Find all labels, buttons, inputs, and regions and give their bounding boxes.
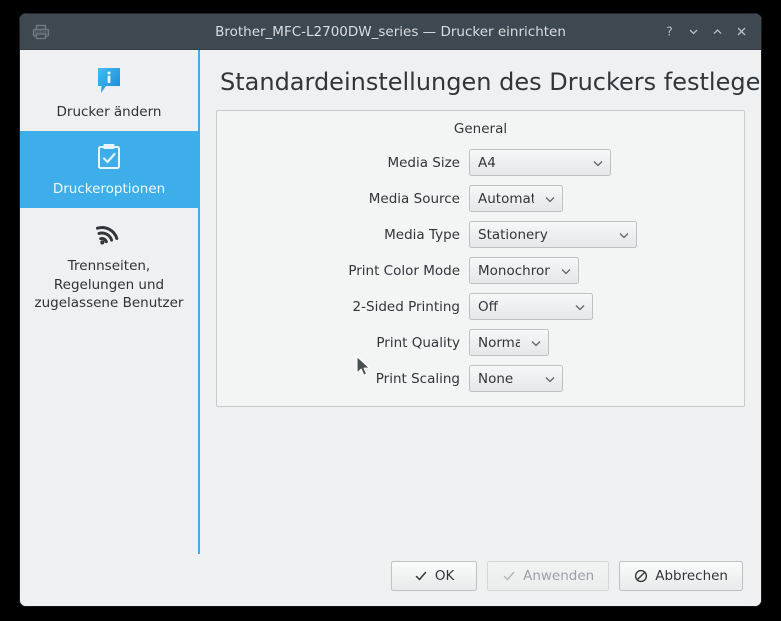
cancel-button-label: Abbrechen [655, 568, 728, 584]
svg-text:?: ? [666, 25, 672, 38]
form-row-media-type: Media Type Stationery [231, 221, 730, 248]
window-titlebar[interactable]: Brother_MFC-L2700DW_series — Drucker ein… [20, 14, 761, 50]
form-row-print-color-mode: Print Color Mode Monochrome [231, 257, 730, 284]
print-quality-value: Normal [478, 334, 520, 351]
dialog-button-bar: OK Anwenden Abbrechen [20, 554, 761, 606]
media-type-label: Media Type [384, 226, 460, 243]
print-scaling-value: None [478, 370, 514, 387]
window-controls: ? [657, 20, 761, 44]
chevron-down-icon [530, 337, 542, 349]
maximize-button[interactable] [705, 20, 729, 44]
info-bubble-icon [26, 62, 192, 98]
signal-feed-icon [26, 216, 192, 252]
sidebar-item-druckeroptionen[interactable]: Druckeroptionen [20, 131, 198, 209]
chevron-down-icon [544, 373, 556, 385]
media-type-value: Stationery [478, 226, 548, 243]
print-scaling-label: Print Scaling [375, 370, 460, 387]
clipboard-check-icon [26, 139, 192, 175]
printer-setup-window: Brother_MFC-L2700DW_series — Drucker ein… [20, 14, 761, 606]
apply-button-label: Anwenden [523, 568, 595, 584]
two-sided-printing-label: 2-Sided Printing [352, 298, 460, 315]
form-row-print-scaling: Print Scaling None [231, 365, 730, 392]
page-title: Standardeinstellungen des Druckers festl… [220, 68, 761, 96]
main-content: Standardeinstellungen des Druckers festl… [200, 50, 761, 554]
print-quality-combobox[interactable]: Normal [469, 329, 549, 356]
ok-button[interactable]: OK [391, 561, 478, 591]
media-size-label: Media Size [387, 154, 460, 171]
media-source-combobox[interactable]: Automatic [469, 185, 563, 212]
minimize-button[interactable] [681, 20, 705, 44]
chevron-down-icon [544, 193, 556, 205]
close-button[interactable] [729, 20, 753, 44]
check-icon [502, 569, 516, 583]
ok-button-label: OK [434, 568, 455, 584]
printer-icon [24, 23, 58, 41]
form-row-media-size: Media Size A4 [231, 149, 730, 176]
sidebar-item-label: Drucker ändern [56, 104, 162, 120]
window-body: Drucker ändern Druckeroptionen Trennseit… [20, 50, 761, 554]
chevron-down-icon [574, 301, 586, 313]
help-button[interactable]: ? [657, 20, 681, 44]
media-source-label: Media Source [368, 190, 460, 207]
cancel-icon [634, 569, 648, 583]
form-row-2-sided-printing: 2-Sided Printing Off [231, 293, 730, 320]
two-sided-printing-value: Off [478, 298, 498, 315]
group-title: General [453, 121, 508, 137]
print-scaling-combobox[interactable]: None [469, 365, 563, 392]
apply-button[interactable]: Anwenden [487, 561, 610, 591]
cancel-button[interactable]: Abbrechen [619, 561, 743, 591]
print-color-mode-label: Print Color Mode [348, 262, 460, 279]
chevron-down-icon [592, 157, 604, 169]
check-icon [414, 569, 428, 583]
window-title: Brother_MFC-L2700DW_series — Drucker ein… [215, 23, 566, 40]
sidebar-item-drucker-aendern[interactable]: Drucker ändern [20, 54, 198, 131]
sidebar-item-label: Druckeroptionen [52, 181, 166, 198]
general-settings-group: General Media Size A4 Media Source Autom… [216, 110, 745, 407]
print-color-mode-value: Monochrome [478, 262, 550, 279]
media-source-value: Automatic [478, 190, 534, 207]
form-row-print-quality: Print Quality Normal [231, 329, 730, 356]
media-type-combobox[interactable]: Stationery [469, 221, 637, 248]
chevron-down-icon [560, 265, 572, 277]
two-sided-printing-combobox[interactable]: Off [469, 293, 593, 320]
print-quality-label: Print Quality [376, 334, 460, 351]
media-size-value: A4 [478, 154, 496, 171]
sidebar-item-label: Trennseiten, Regelungen und zugelassene … [34, 258, 184, 311]
print-color-mode-combobox[interactable]: Monochrome [469, 257, 579, 284]
sidebar: Drucker ändern Druckeroptionen Trennseit… [20, 50, 200, 554]
sidebar-item-trennseiten[interactable]: Trennseiten, Regelungen und zugelassene … [20, 208, 198, 322]
form-row-media-source: Media Source Automatic [231, 185, 730, 212]
media-size-combobox[interactable]: A4 [469, 149, 611, 176]
desktop-background: Brother_MFC-L2700DW_series — Drucker ein… [0, 0, 781, 621]
chevron-down-icon [618, 229, 630, 241]
